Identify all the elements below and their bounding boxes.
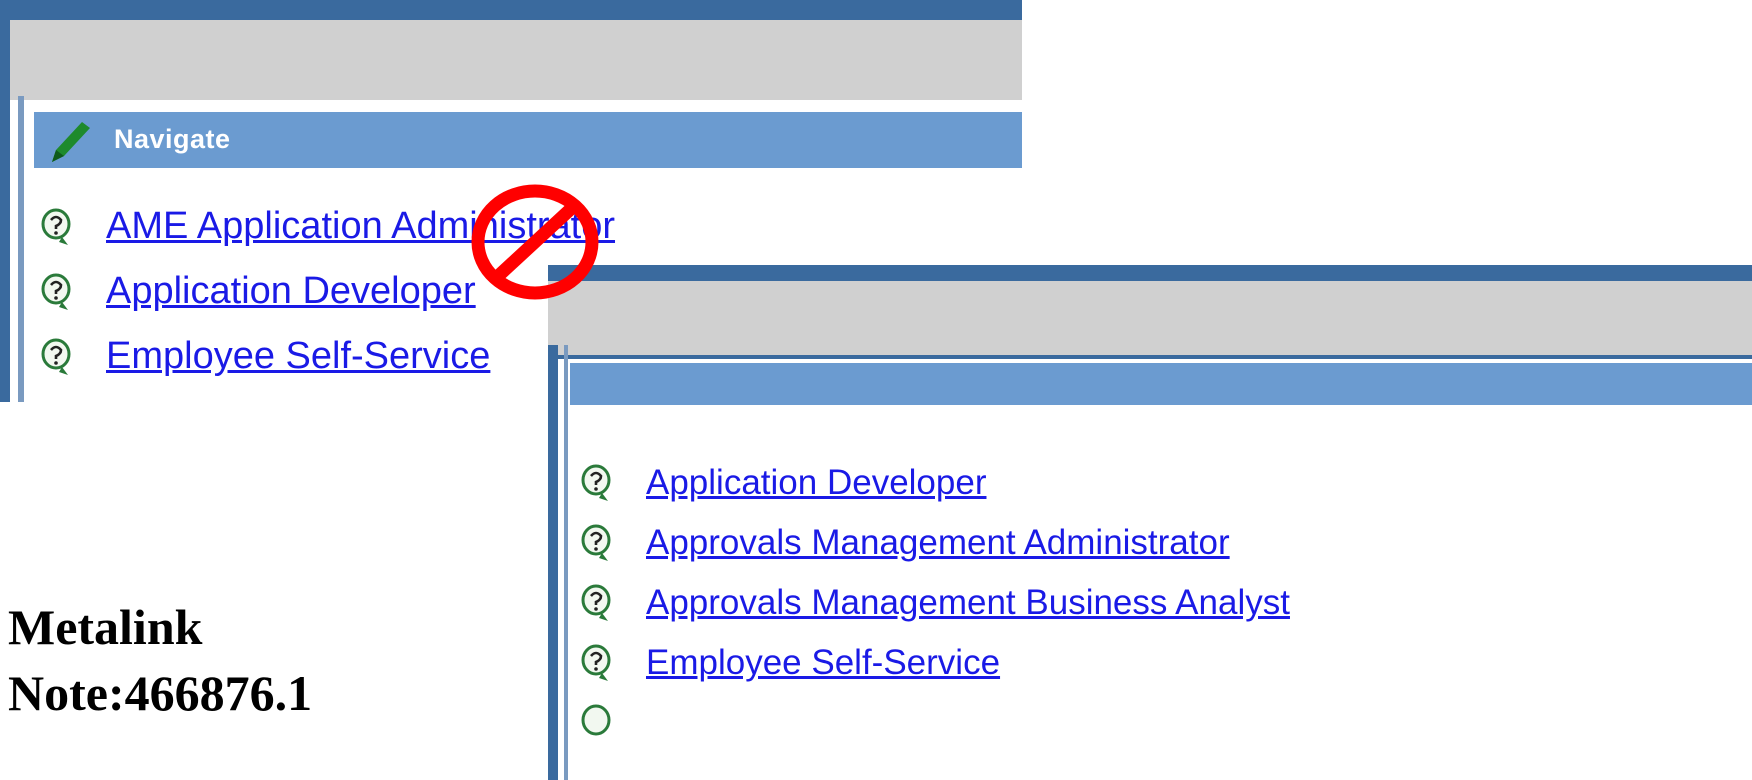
inner-left-frame <box>564 345 568 780</box>
toolbar-area <box>548 281 1752 359</box>
no-sign-icon <box>471 184 599 300</box>
help-icon <box>581 584 611 621</box>
link-employee-self-service[interactable]: Employee Self-Service <box>106 335 490 378</box>
navigate-header: Navigate <box>34 110 1022 168</box>
help-icon <box>581 644 611 681</box>
help-icon <box>41 208 71 245</box>
window-title-bar <box>548 265 1752 281</box>
help-icon <box>41 273 71 310</box>
link-approvals-management-business-analyst[interactable]: Approvals Management Business Analyst <box>646 583 1290 623</box>
inner-left-frame <box>18 96 24 402</box>
screenshot-panel-after: Application Developer Approvals Manageme… <box>548 265 1752 780</box>
toolbar-area <box>0 20 1022 100</box>
caption-note-number: Note:466876.1 <box>8 665 313 721</box>
list-item: Approvals Management Business Analyst <box>580 583 1290 623</box>
list-item-partial <box>580 703 646 743</box>
link-employee-self-service[interactable]: Employee Self-Service <box>646 643 1000 683</box>
help-icon <box>581 704 611 736</box>
pencil-icon <box>52 122 90 162</box>
link-approvals-management-administrator[interactable]: Approvals Management Administrator <box>646 523 1230 563</box>
window-title-bar <box>0 0 1022 20</box>
list-item: Application Developer <box>580 463 986 503</box>
link-application-developer[interactable]: Application Developer <box>646 463 986 503</box>
list-item: Employee Self-Service <box>40 335 490 378</box>
list-item: Employee Self-Service <box>580 643 1000 683</box>
help-icon <box>581 464 611 501</box>
window-left-frame <box>0 20 10 402</box>
window-left-frame <box>548 345 558 780</box>
help-icon <box>581 524 611 561</box>
link-application-developer[interactable]: Application Developer <box>106 270 476 313</box>
help-icon <box>41 338 71 375</box>
caption-title: Metalink <box>8 599 203 655</box>
navigate-header <box>570 361 1752 405</box>
navigate-title: Navigate <box>114 124 231 154</box>
list-item: Application Developer <box>40 270 476 313</box>
list-item: Approvals Management Administrator <box>580 523 1230 563</box>
